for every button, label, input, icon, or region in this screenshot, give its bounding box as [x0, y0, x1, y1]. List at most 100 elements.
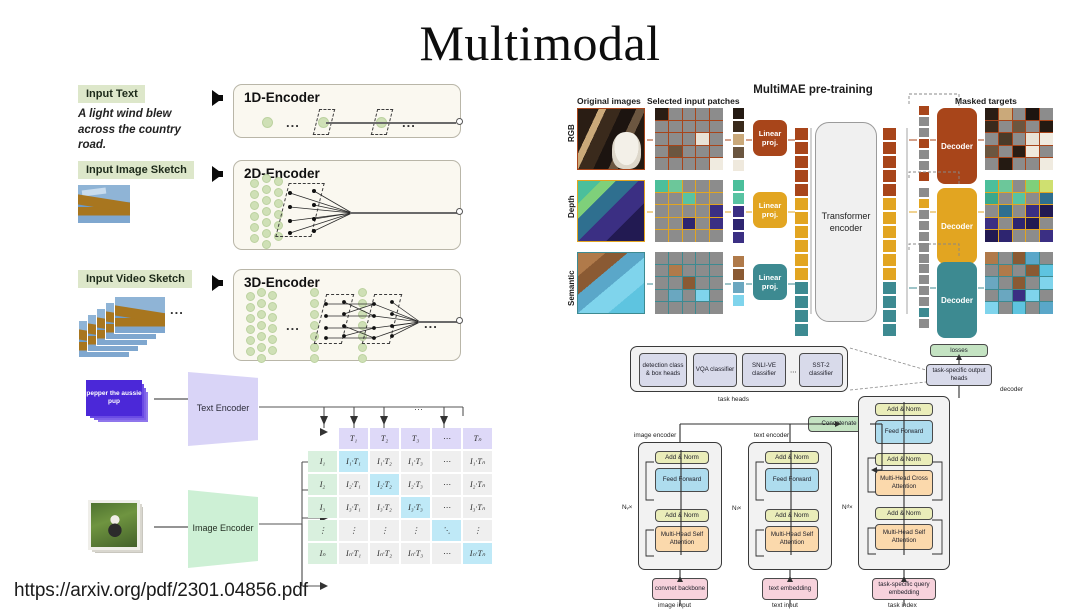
image-encoder-panel: Add & Norm Feed Forward Add & Norm Multi… [638, 442, 722, 570]
neuron-node [262, 117, 273, 128]
output-node-1d [456, 118, 463, 125]
output-node-3d [456, 317, 463, 324]
encoder-input-tokens [795, 128, 808, 336]
input-label-image: Input Image Sketch [78, 161, 194, 179]
task-heads-ellipsis: ⋯ [790, 369, 797, 376]
source-url-text: https://arxiv.org/pdf/2301.04856.pdf [14, 580, 308, 601]
image-header-cell: I₁ [308, 451, 337, 472]
text-encoder-repeat: Nₗ× [732, 505, 742, 512]
matrix-cell: ⋯ [432, 474, 461, 495]
modality-label-semantic: Semantic [567, 270, 576, 306]
matrix-cell: ⋮ [401, 520, 430, 541]
matrix-cell: I₂·Tₙ [463, 474, 492, 495]
decoder-input-tokens-rgb [919, 106, 929, 181]
matrix-cell: I₃·T₁ [339, 497, 368, 518]
clip-similarity-matrix: T₁ T₂ T₃ ⋯ Tₙ I₁ I₁·T₁ I₁·T₂ I₁·T₃ ⋯ I₁·… [306, 426, 494, 566]
image-sketch-thumbnail [78, 185, 130, 223]
column-label-original: Original images [577, 96, 641, 106]
table-row-header: T₁ T₂ T₃ ⋯ Tₙ [308, 428, 492, 449]
text-embedding-block: text embedding [762, 578, 818, 600]
encoder-box-1d: 1D-Encoder ... ... [233, 84, 461, 138]
original-image-depth [577, 180, 645, 242]
column-label-selected: Selected input patches [647, 96, 740, 106]
image-header-cell: I₂ [308, 474, 337, 495]
task-head-sst2: SST-2 classifier [799, 353, 843, 387]
masked-target-depth [985, 180, 1053, 242]
image-header-cell: I₃ [308, 497, 337, 518]
matrix-cell: I₂·T₁ [339, 474, 368, 495]
table-row: I₂ I₂·T₁ I₂·T₂ I₂·T₃ ⋯ I₂·Tₙ [308, 474, 492, 495]
task-head-detection: detection class & box heads [639, 353, 687, 387]
transformer-encoder-label: Transformer encoder [821, 210, 871, 233]
decoder-feed-forward: Feed Forward [875, 420, 933, 444]
decoder-self-attention: Multi-Head Self Attention [875, 524, 933, 550]
slide-canvas: Multimodal Input Text A light wind blew … [0, 0, 1080, 609]
table-row: I₃ I₃·T₁ I₃·T₂ I₃·T₃ ⋯ I₃·Tₙ [308, 497, 492, 518]
arrow-icon-2d [212, 166, 223, 182]
decoder-cross-attention: Multi-Head Cross Attention [875, 470, 933, 496]
original-image-rgb [577, 108, 645, 170]
svg-text:···: ··· [414, 404, 423, 414]
transformer-encoder-block: Transformer encoder [815, 122, 877, 322]
matrix-cell: I₁·T₂ [370, 451, 399, 472]
encoder-label-1d: 1D-Encoder [244, 90, 320, 105]
image-encoder-repeat: Nᵥ× [622, 504, 633, 511]
decoder-semantic: Decoder [937, 262, 977, 338]
linear-projection-semantic: Linear proj. [753, 264, 787, 300]
image-encoder-caption: image encoder [634, 432, 677, 439]
decoder-rgb: Decoder [937, 108, 977, 184]
matrix-cell: I₂·T₂ [370, 474, 399, 495]
text-feed-forward: Feed Forward [765, 468, 819, 492]
connection-line-1d [326, 122, 456, 124]
matrix-cell: I₁·T₁ [339, 451, 368, 472]
matrix-cell: ⋱ [432, 520, 461, 541]
decoder-input-tokens-depth [919, 188, 929, 263]
matrix-cell: I₃·T₂ [370, 497, 399, 518]
image-self-attention: Multi-Head Self Attention [655, 526, 709, 552]
clip-contrastive-figure: pepper the aussie pup Text Encoder Image… [78, 372, 498, 604]
image-header-cell: Iₙ [308, 543, 337, 564]
matrix-cell: Iₙ·T₂ [370, 543, 399, 564]
decoder-repeat: Nᵈ× [842, 504, 853, 511]
image-header-cell: ⋮ [308, 520, 337, 541]
original-image-semantic [577, 252, 645, 314]
patch-sequence-semantic [733, 256, 744, 306]
matrix-cell: I₃·Tₙ [463, 497, 492, 518]
losses-block: losses [930, 344, 988, 357]
matrix-cell: ⋯ [432, 497, 461, 518]
ellipsis-3d-b: ... [424, 316, 438, 331]
matrix-cell: Iₙ·Tₙ [463, 543, 492, 564]
input-sample-text: A light wind blew across the country roa… [78, 108, 181, 152]
task-heads-caption: task heads [718, 396, 749, 403]
image-add-norm-top: Add & Norm [655, 451, 709, 464]
text-encoder-caption: text encoder [754, 432, 790, 439]
decoder-add-norm-2: Add & Norm [875, 453, 933, 466]
task-heads-panel: detection class & box heads VQA classifi… [630, 346, 848, 392]
table-row: Iₙ Iₙ·T₁ Iₙ·T₂ Iₙ·T₃ ⋯ Iₙ·Tₙ [308, 543, 492, 564]
arrow-icon-1d [212, 90, 223, 106]
encoder-box-2d: 2D-Encoder [233, 160, 461, 250]
table-row: I₁ I₁·T₁ I₁·T₂ I₁·T₃ ⋯ I₁·Tₙ [308, 451, 492, 472]
table-row: ⋮ ⋮ ⋮ ⋮ ⋱ ⋮ [308, 520, 492, 541]
text-header-cell: T₃ [401, 428, 430, 449]
masked-patches-rgb [655, 108, 723, 170]
task-head-snlive: SNLI-VE classifier [742, 353, 786, 387]
patch-sequence-rgb [733, 108, 744, 171]
arrow-icon-3d [212, 275, 223, 291]
multimae-figure: MultiMAE pre-training Original images Se… [563, 84, 1063, 339]
masked-patches-semantic [655, 252, 723, 314]
decoder-input-tokens-semantic [919, 264, 929, 328]
ellipsis-1d-a: ... [286, 115, 300, 130]
matrix-cell: I₁·Tₙ [463, 451, 492, 472]
convnet-backbone-block: convnet backbone [652, 578, 708, 600]
connection-line-2d [350, 212, 458, 214]
output-heads-block: task-specific output heads [926, 364, 992, 386]
decoder-add-norm-3: Add & Norm [875, 507, 933, 520]
encoder-row-1d: Input Text A light wind blew across the … [78, 84, 498, 154]
text-header-cell: Tₙ [463, 428, 492, 449]
page-title: Multimodal [419, 15, 661, 71]
connection-line-3d [418, 321, 458, 323]
linear-projection-rgb: Linear proj. [753, 120, 787, 156]
text-encoder-panel: Add & Norm Feed Forward Add & Norm Multi… [748, 442, 832, 570]
ellipsis-video: ... [170, 302, 184, 317]
